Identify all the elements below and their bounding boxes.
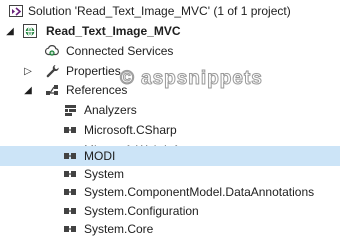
tree-item-connected-services[interactable]: Connected Services bbox=[0, 40, 340, 62]
assembly-reference-icon bbox=[62, 122, 78, 138]
project-node[interactable]: ◢ Read_Text_Image_MVC bbox=[0, 20, 340, 42]
connected-services-icon bbox=[44, 43, 60, 59]
assembly-reference-icon bbox=[62, 166, 78, 182]
assembly-reference-icon bbox=[62, 221, 78, 237]
tree-item-references[interactable]: ◢ References bbox=[0, 79, 340, 101]
reference-item[interactable]: Analyzers bbox=[0, 99, 340, 121]
reference-label: System.Core bbox=[84, 222, 154, 236]
references-icon bbox=[44, 82, 60, 98]
reference-label: Microsoft.CSharp bbox=[84, 123, 177, 137]
web-project-icon bbox=[22, 23, 38, 39]
connected-services-label: Connected Services bbox=[66, 44, 174, 58]
solution-icon bbox=[8, 3, 24, 19]
solution-node[interactable]: Solution 'Read_Text_Image_MVC' (1 of 1 p… bbox=[0, 0, 340, 22]
analyzers-icon bbox=[62, 102, 78, 118]
reference-label: Analyzers bbox=[84, 103, 137, 117]
reference-item[interactable]: System.Core bbox=[0, 218, 340, 240]
project-label: Read_Text_Image_MVC bbox=[46, 24, 181, 38]
collapse-arrow-icon[interactable]: ◢ bbox=[22, 79, 34, 101]
solution-label: Solution 'Read_Text_Image_MVC' (1 of 1 p… bbox=[28, 4, 291, 18]
assembly-reference-icon bbox=[62, 203, 78, 219]
references-label: References bbox=[66, 83, 128, 97]
wrench-icon bbox=[44, 63, 60, 79]
assembly-reference-icon bbox=[62, 184, 78, 200]
reference-item[interactable]: Microsoft.CSharp bbox=[0, 119, 340, 141]
assembly-reference-icon bbox=[62, 148, 78, 164]
collapse-arrow-icon[interactable]: ◢ bbox=[4, 20, 16, 42]
